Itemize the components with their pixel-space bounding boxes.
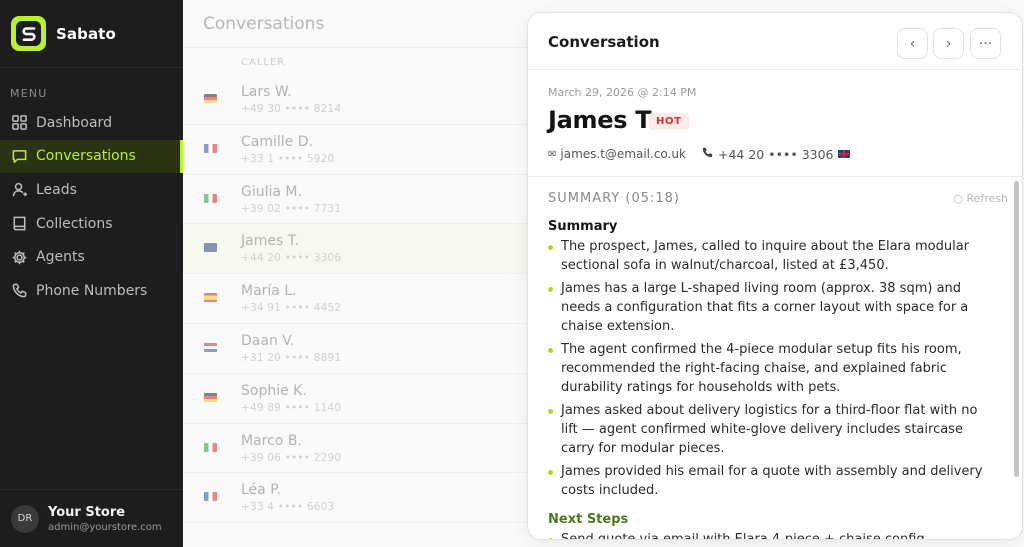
sidebar-item-label: Leads [36, 181, 77, 198]
caller-name: Marco B. [241, 432, 302, 449]
caller-phone: +49 89 •••• 1140 [241, 401, 342, 414]
sidebar: Sabato MENU Dashboard Conversations Lead… [0, 0, 183, 547]
page-title: Conversations [203, 14, 325, 34]
caller-phone-text: +44 20 •••• 3306 [718, 146, 834, 162]
store-switcher[interactable]: DR Your Store admin@yourstore.com [0, 489, 183, 547]
caller-phone[interactable]: +44 20 •••• 3306 [701, 146, 850, 162]
phone-icon [10, 282, 28, 300]
flag-it-icon [204, 193, 217, 203]
sidebar-item-label: Conversations [36, 148, 136, 165]
summary-point: The prospect, James, called to inquire a… [548, 237, 986, 275]
caller-phone: +33 4 •••• 6603 [241, 501, 335, 514]
more-button[interactable]: ··· [970, 28, 1001, 59]
caller-name: James T. [241, 233, 300, 250]
caller-phone: +31 20 •••• 8891 [241, 351, 342, 364]
caller-phone: +39 06 •••• 2290 [241, 451, 342, 464]
flag-es-icon [204, 293, 217, 303]
next-button[interactable]: › [933, 28, 964, 59]
panel-title: Conversation [548, 33, 660, 51]
sidebar-item-conversations[interactable]: Conversations [0, 139, 183, 174]
avatar: DR [11, 504, 39, 533]
caller-info: March 29, 2026 @ 2:14 PM James T. HOT ✉ … [528, 70, 1022, 177]
caller-name: James T. [548, 106, 657, 134]
menu-label: MENU [10, 87, 48, 100]
flag-de-icon [204, 392, 217, 402]
caller-name: Lars W. [241, 84, 292, 100]
sidebar-item-agents[interactable]: Agents [0, 240, 183, 274]
caller-email[interactable]: ✉ james.t@email.co.uk [548, 147, 686, 161]
refresh-icon: ○ [953, 191, 967, 205]
chat-icon [10, 147, 28, 165]
summary-point: James provided his email for a quote wit… [548, 462, 986, 500]
logo-icon [11, 16, 46, 51]
flag-nl-icon [204, 342, 217, 352]
summary-section: SUMMARY (05:18) ○ Refresh Summary The pr… [528, 177, 1022, 539]
refresh-button[interactable]: ○ Refresh [953, 192, 1008, 205]
caller-name: María L. [241, 283, 297, 300]
sidebar-item-dashboard[interactable]: Dashboard [0, 106, 183, 140]
brand[interactable]: Sabato [0, 0, 183, 68]
flag-gb-icon [204, 243, 217, 253]
summary-point: The agent confirmed the 4-piece modular … [548, 340, 986, 397]
caller-phone: +49 30 •••• 8214 [241, 103, 342, 115]
sidebar-item-label: Agents [36, 249, 85, 266]
grid-icon [10, 114, 28, 132]
caller-phone: +34 91 •••• 4452 [241, 302, 342, 315]
next-steps-list: Send quote via email with Elara 4-piece … [548, 530, 986, 539]
next-steps-title: Next Steps [548, 512, 629, 527]
summary-point: James asked about delivery logistics for… [548, 401, 986, 458]
store-email: admin@yourstore.com [48, 521, 162, 533]
sidebar-item-label: Dashboard [36, 114, 112, 131]
phone-icon [701, 146, 714, 162]
caller-phone: +39 02 •••• 7731 [241, 202, 342, 215]
sidebar-item-label: Phone Numbers [36, 282, 148, 299]
uk-flag-icon [837, 150, 850, 158]
sidebar-item-phone-numbers[interactable]: Phone Numbers [0, 274, 183, 308]
flag-it-icon [204, 442, 217, 452]
summary-header: SUMMARY (05:18) [548, 190, 680, 206]
caller-name: Daan V. [241, 332, 295, 349]
brand-name: Sabato [56, 24, 116, 43]
store-name: Your Store [48, 504, 126, 520]
caller-name: Giulia M. [241, 183, 302, 200]
chevron-left-icon: ‹ [909, 35, 916, 52]
flag-fr-icon [204, 143, 217, 153]
more-icon: ··· [978, 35, 993, 52]
conversation-panel: Conversation ‹ › ··· March 29, 2026 @ 2:… [527, 12, 1023, 540]
caller-phone: +44 20 •••• 3306 [241, 252, 342, 265]
summary-list: The prospect, James, called to inquire a… [548, 237, 986, 500]
caller-phone: +33 1 •••• 5920 [241, 152, 335, 165]
caller-name: Camille D. [241, 133, 313, 150]
summary-point: James has a large L-shaped living room (… [548, 279, 986, 336]
scrollbar[interactable] [1014, 181, 1019, 477]
status-badge: HOT [649, 113, 689, 130]
column-header-caller: CALLER [241, 57, 286, 68]
caller-name: Sophie K. [241, 382, 307, 399]
chevron-right-icon: › [945, 35, 952, 52]
gear-icon [10, 248, 28, 266]
mail-icon: ✉ [548, 148, 557, 160]
flag-fr-icon [204, 492, 217, 502]
sidebar-item-label: Collections [36, 215, 113, 232]
call-date: March 29, 2026 @ 2:14 PM [548, 86, 697, 99]
caller-email-text: james.t@email.co.uk [560, 147, 686, 161]
user-icon [10, 181, 28, 199]
flag-de-icon [204, 94, 217, 103]
refresh-label: Refresh [966, 191, 1008, 205]
prev-button[interactable]: ‹ [897, 28, 928, 59]
caller-name: Léa P. [241, 482, 281, 499]
sidebar-item-leads[interactable]: Leads [0, 173, 183, 207]
book-icon [10, 215, 28, 233]
panel-header: Conversation ‹ › ··· [528, 13, 1022, 70]
sidebar-item-collections[interactable]: Collections [0, 207, 183, 241]
next-step-item: Send quote via email with Elara 4-piece … [548, 530, 986, 539]
summary-title: Summary [548, 219, 618, 234]
